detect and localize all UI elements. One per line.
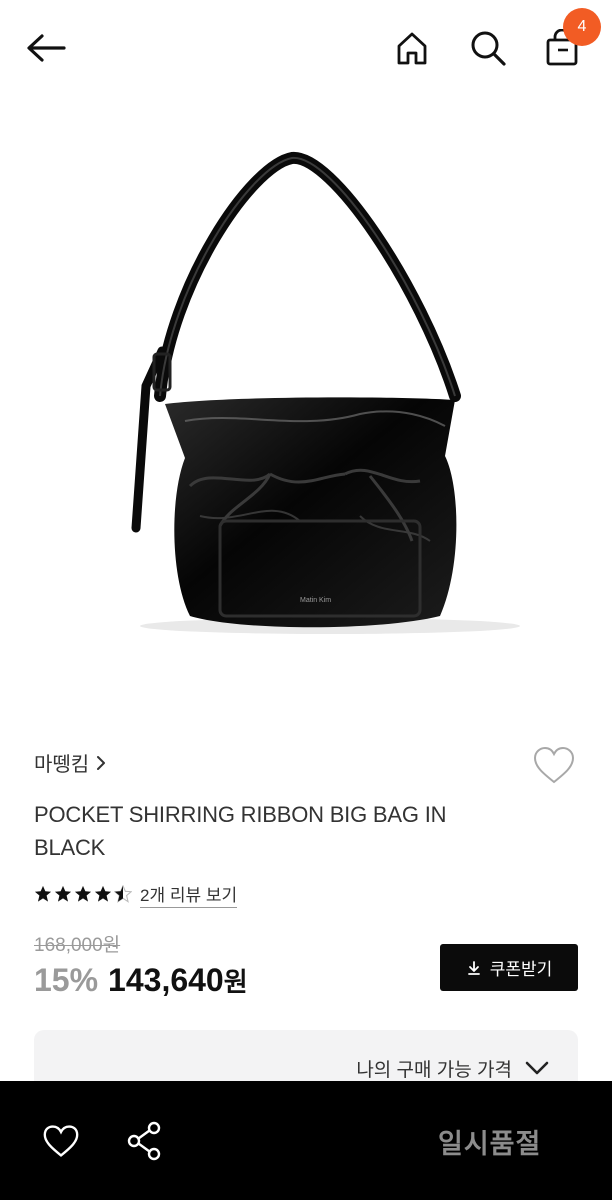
home-button[interactable] xyxy=(390,26,434,70)
download-icon xyxy=(467,960,480,975)
brand-link[interactable]: 마뗑킴 xyxy=(34,748,107,777)
price-row: 15% 143,640원 xyxy=(34,962,248,999)
search-icon xyxy=(471,31,506,66)
arrow-left-icon xyxy=(27,34,66,62)
chevron-right-icon xyxy=(97,755,106,770)
star-icon xyxy=(74,885,92,902)
sold-out-label: 일시품절 xyxy=(438,1129,542,1159)
bottom-wishlist-button[interactable] xyxy=(38,1120,84,1162)
brand-name: 마뗑킴 xyxy=(34,754,90,776)
heart-icon xyxy=(43,1125,79,1157)
product-image: Matin Kim xyxy=(131,152,520,634)
cart-count-badge: 4 xyxy=(563,8,601,46)
coupon-button[interactable]: 쿠폰받기 xyxy=(440,944,578,991)
product-title: POCKET SHIRRING RIBBON BIG BAG IN BLACK xyxy=(34,802,447,860)
top-bar: 4 xyxy=(0,0,612,96)
star-half-icon xyxy=(114,885,132,903)
home-icon xyxy=(397,32,427,65)
share-icon xyxy=(127,1121,161,1161)
discount-rate: 15% xyxy=(34,962,99,998)
my-price-label: 나의 구매 가능 가격 xyxy=(356,1060,512,1081)
wishlist-button[interactable] xyxy=(530,742,578,788)
star-icon xyxy=(54,885,72,902)
share-button[interactable] xyxy=(122,1118,166,1164)
star-icon xyxy=(34,885,52,902)
sale-price-value: 143,640 xyxy=(108,962,224,998)
sale-price-unit: 원 xyxy=(223,967,248,997)
review-link[interactable]: 2개 리뷰 보기 xyxy=(140,881,238,908)
chevron-down-icon xyxy=(525,1061,549,1075)
sale-price: 143,640원 xyxy=(108,962,248,999)
bag-logo-text: Matin Kim xyxy=(300,597,331,604)
coupon-button-label: 쿠폰받기 xyxy=(489,960,553,979)
rating-stars xyxy=(34,885,132,903)
search-button[interactable] xyxy=(466,26,510,70)
star-icon xyxy=(94,885,112,902)
heart-outline-icon xyxy=(533,746,575,784)
back-button[interactable] xyxy=(22,28,70,68)
rating-row: 2개 리뷰 보기 xyxy=(34,880,238,908)
original-price: 168,000원 xyxy=(34,935,121,956)
